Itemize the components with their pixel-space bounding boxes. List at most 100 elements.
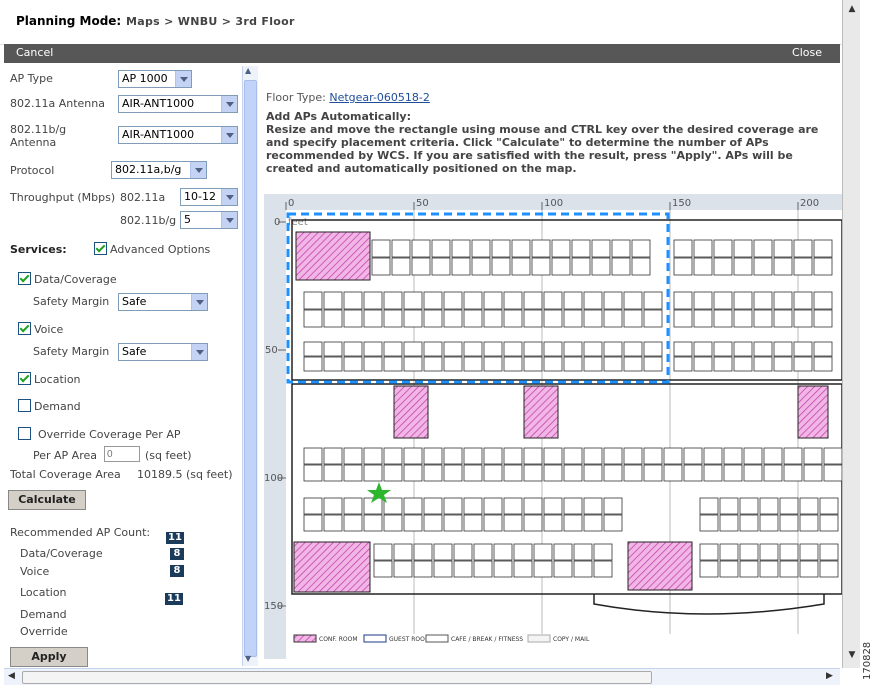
floor-type: Floor Type: Netgear-060518-2 [266,91,430,104]
throughput-bg-select[interactable]: 5 [180,211,238,229]
cubicle [423,341,443,357]
left-panel-scrollbar[interactable]: ▲ ▼ [242,66,258,666]
ap-type-select[interactable]: AP 1000 [118,70,192,88]
recommended-override-label: Override [20,625,68,638]
scroll-thumb[interactable] [22,671,652,684]
cubicle [523,464,543,482]
calculate-button[interactable]: Calculate [8,490,86,510]
demand-checkbox[interactable] [18,399,31,412]
cubicle [643,309,663,328]
cubicle [503,291,523,310]
location-checkbox[interactable] [18,372,31,385]
cubicle [753,309,773,328]
bg-antenna-label: 802.11b/g [10,123,67,136]
scroll-up-icon[interactable]: ▲ [245,66,251,75]
per-ap-area-input[interactable] [104,446,140,462]
cubicle [483,514,503,532]
cubicle [583,497,603,515]
cubicle [753,356,773,372]
floor-map[interactable]: 0 50 100 150 200 0 feet 50 100 150 CONF.… [264,194,842,659]
action-bar: Cancel Close [4,44,840,63]
cubicles [303,239,842,578]
data-coverage-checkbox[interactable] [18,272,31,285]
scroll-left-icon[interactable]: ◀ [8,671,15,681]
cubicle [443,514,463,532]
scroll-thumb[interactable] [244,80,257,657]
scroll-down-icon[interactable]: ▼ [245,654,251,663]
override-checkbox[interactable] [18,427,31,440]
cubicle [603,497,623,515]
cubicle [303,309,323,328]
cubicle [779,560,799,578]
cubicle [523,497,543,515]
cubicle [733,239,753,258]
advanced-options-checkbox[interactable] [94,242,107,255]
cubicle [759,560,779,578]
cubicle [563,341,583,357]
data-coverage-label: Data/Coverage [34,273,117,286]
cubicle [443,447,463,465]
cubicle [713,291,733,310]
cubicle [583,464,603,482]
horizontal-scrollbar[interactable]: ◀ ▶ [4,668,840,685]
cubicle [531,257,551,276]
cubicle [563,514,583,532]
cubicle [573,560,593,578]
floor-plan-drawing[interactable]: 0 50 100 150 200 0 feet 50 100 150 CONF.… [264,194,842,659]
title-bar: Planning Mode: Maps > WNBU > 3rd Floor [0,0,842,45]
cubicle [673,341,693,357]
safety-margin-label: Safety Margin [33,345,110,358]
ruler-tick-label: 150 [672,198,691,209]
cubicle [543,447,563,465]
scroll-right-icon[interactable]: ▶ [826,671,833,681]
cubicle [673,257,693,276]
cubicle [451,257,471,276]
cubicle [371,257,391,276]
protocol-select[interactable]: 802.11a,b/g [111,161,207,179]
throughput-label: Throughput (Mbps) [10,191,116,204]
cubicle [363,309,383,328]
cubicle [403,464,423,482]
cubicle [571,257,591,276]
cubicle [363,447,383,465]
instruction-line: recommended by WCS. If you are satisfied… [266,149,793,162]
cubicle [513,543,533,561]
advanced-options-label: Advanced Options [110,243,211,256]
data-safety-margin-select[interactable]: Safe [118,293,208,311]
cubicle [799,514,819,532]
throughput-a-select[interactable]: 10-12 [180,188,238,206]
a-antenna-select[interactable]: AIR-ANT1000 [118,95,238,113]
cubicle [503,464,523,482]
add-aps-heading: Add APs Automatically: [266,110,411,123]
cubicle [523,309,543,328]
safety-margin-label: Safety Margin [33,295,110,308]
cubicle [511,239,531,258]
voice-checkbox[interactable] [18,322,31,335]
ruler-tick-label: 0 [288,198,294,209]
cubicle [343,309,363,328]
recommended-demand-label: Demand [20,608,67,621]
scroll-down-icon[interactable]: ▼ [846,650,858,662]
cubicle [563,291,583,310]
demand-label: Demand [34,400,81,413]
cubicle [663,447,683,465]
close-button[interactable]: Close [792,46,822,59]
cubicle [753,257,773,276]
scroll-up-icon[interactable]: ▲ [846,4,858,16]
cubicle [759,514,779,532]
cubicle [493,543,513,561]
cubicle [451,239,471,258]
bg-antenna-select[interactable]: AIR-ANT1000 [118,126,238,144]
cubicle [783,447,803,465]
cancel-button[interactable]: Cancel [16,46,53,59]
cubicle [773,356,793,372]
figure-number: 170828 [862,641,873,680]
services-label: Services: [10,243,67,256]
cubicle [603,341,623,357]
apply-button[interactable]: Apply [10,647,88,667]
cubicle [773,291,793,310]
floor-type-link[interactable]: Netgear-060518-2 [329,91,430,104]
voice-safety-margin-select[interactable]: Safe [118,343,208,361]
ruler-tick-label: 200 [800,198,819,209]
window-scrollbar[interactable]: ▲ ▼ [842,0,861,668]
